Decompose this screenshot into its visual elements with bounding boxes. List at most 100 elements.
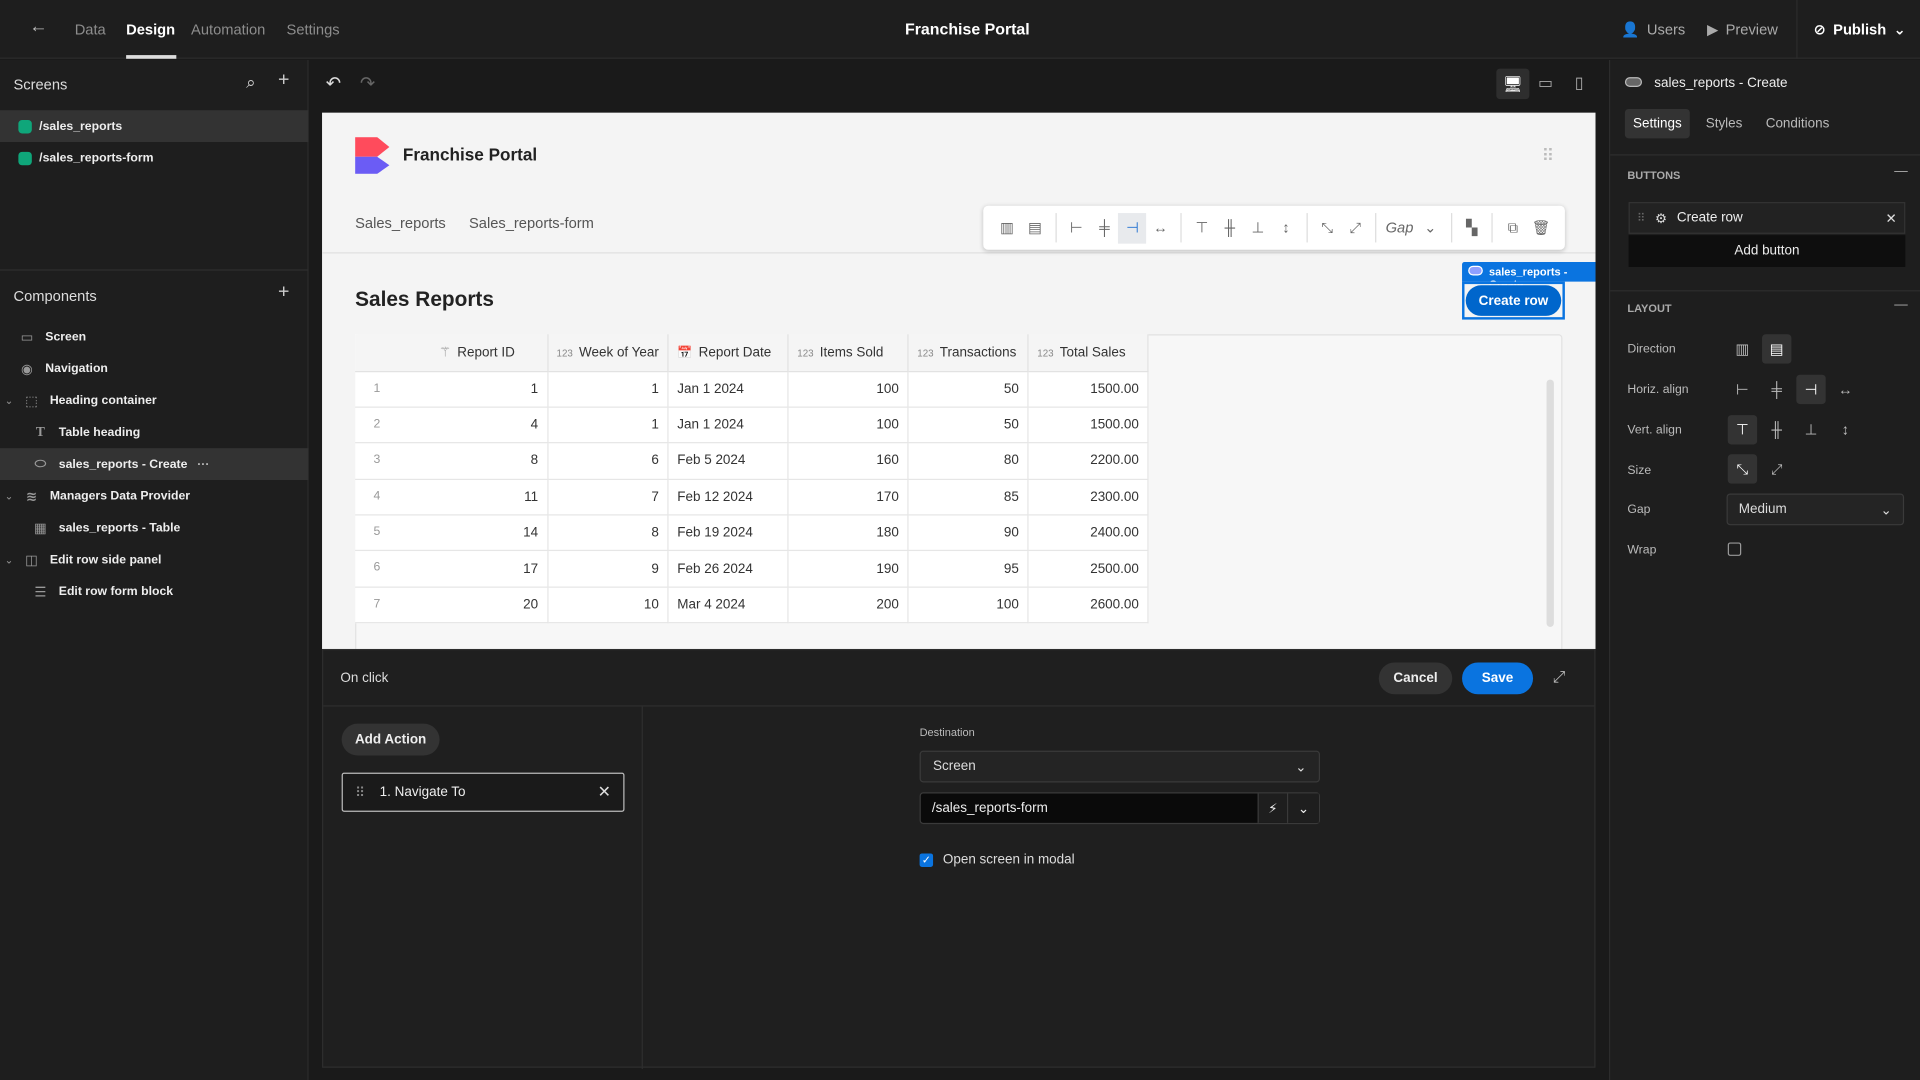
search-icon[interactable]: ⌕: [246, 72, 256, 93]
collapse-icon[interactable]: —: [1894, 164, 1907, 179]
table-cell[interactable]: 50: [908, 407, 1029, 444]
table-cell[interactable]: 100: [788, 371, 909, 408]
row-layout-icon[interactable]: ▤: [1021, 212, 1049, 243]
table-row[interactable]: 3 8 6 Feb 5 2024 160 80 2200.00: [355, 442, 1149, 480]
users-button[interactable]: 👤 Users: [1621, 21, 1685, 38]
table-cell[interactable]: 90: [908, 514, 1029, 552]
table-cell[interactable]: 5 14: [355, 514, 548, 552]
vertical-stretch-icon[interactable]: ↕: [1831, 415, 1860, 444]
table-cell[interactable]: 1: [547, 407, 669, 444]
component-item[interactable]: ◉ Navigation: [0, 353, 309, 385]
screen-item[interactable]: /sales_reports-form: [0, 142, 309, 174]
destination-input[interactable]: /sales_reports-form ⚡ ⌄: [919, 792, 1321, 825]
create-row-button[interactable]: Create row: [1465, 285, 1562, 316]
table-cell[interactable]: Feb 5 2024: [668, 442, 789, 480]
tab-conditions[interactable]: Conditions: [1766, 116, 1830, 131]
column-header-report-id[interactable]: ⚚ Report ID: [355, 334, 548, 372]
destination-type-select[interactable]: Screen ⌄: [919, 750, 1321, 783]
table-cell[interactable]: 11: [355, 371, 548, 408]
action-item[interactable]: ⠿ 1. Navigate To ✕: [341, 772, 625, 812]
column-header-date[interactable]: 📅 Report Date: [668, 334, 789, 372]
screen-item[interactable]: /sales_reports: [0, 110, 309, 143]
align-top-icon[interactable]: ⊤: [1727, 415, 1758, 445]
table-cell[interactable]: 10: [547, 586, 669, 624]
nav-link-sales-reports[interactable]: Sales_reports: [355, 214, 446, 231]
table-cell[interactable]: 80: [908, 442, 1029, 480]
drag-handle-icon[interactable]: ⠿: [355, 784, 365, 801]
table-cell[interactable]: 6: [547, 442, 669, 480]
align-center-icon[interactable]: ╪: [1762, 375, 1791, 404]
open-in-modal-checkbox[interactable]: ✓: [919, 853, 934, 867]
table-cell[interactable]: 190: [788, 550, 909, 588]
tab-styles[interactable]: Styles: [1706, 116, 1743, 131]
table-row[interactable]: 5 14 8 Feb 19 2024 180 90 2400.00: [355, 514, 1149, 552]
table-cell[interactable]: 1500.00: [1028, 407, 1149, 444]
close-icon[interactable]: ✕: [598, 782, 611, 802]
binding-lightning-icon[interactable]: ⚡: [1257, 793, 1287, 823]
grid-layout-icon[interactable]: ▚: [1458, 212, 1486, 243]
align-bottom-icon[interactable]: ⊥: [1244, 212, 1272, 243]
close-icon[interactable]: ✕: [1885, 210, 1896, 226]
component-item[interactable]: ▭ Screen: [0, 321, 309, 353]
mobile-view-icon[interactable]: ▯: [1575, 73, 1584, 93]
align-center-icon[interactable]: ╪: [1090, 212, 1118, 243]
chevron-down-icon[interactable]: ⌄: [1286, 793, 1319, 823]
align-top-icon[interactable]: ⊤: [1188, 212, 1216, 243]
table-cell[interactable]: 170: [788, 478, 909, 516]
table-cell[interactable]: Feb 12 2024: [668, 478, 789, 516]
preview-button[interactable]: ▶ Preview: [1707, 21, 1778, 38]
tab-settings[interactable]: Settings: [1624, 108, 1690, 139]
table-cell[interactable]: 1500.00: [1028, 371, 1149, 408]
direction-column-icon[interactable]: ▥: [1728, 334, 1757, 363]
wrap-checkbox[interactable]: [1727, 542, 1742, 556]
table-cell[interactable]: 2300.00: [1028, 478, 1149, 516]
table-row[interactable]: 2 4 1 Jan 1 2024 100 50 1500.00: [355, 407, 1149, 444]
align-bottom-icon[interactable]: ⊥: [1796, 415, 1825, 444]
grow-icon[interactable]: ⤢: [1341, 212, 1369, 243]
table-cell[interactable]: 100: [788, 407, 909, 444]
table-cell[interactable]: 8: [547, 514, 669, 552]
table-cell[interactable]: 95: [908, 550, 1029, 588]
add-screen-icon[interactable]: +: [278, 70, 289, 92]
table-cell[interactable]: 2400.00: [1028, 514, 1149, 552]
table-cell[interactable]: 100: [908, 586, 1029, 624]
desktop-view-icon[interactable]: 🖥: [1496, 68, 1530, 100]
collapse-icon[interactable]: —: [1894, 298, 1907, 313]
component-item-selected[interactable]: ⬭ sales_reports - Create ···: [0, 448, 309, 481]
table-cell[interactable]: 9: [547, 550, 669, 588]
table-cell[interactable]: 7 20: [355, 586, 548, 624]
table-cell[interactable]: 6 17: [355, 550, 548, 588]
gap-select[interactable]: Medium ⌄: [1726, 493, 1905, 526]
table-cell[interactable]: Jan 1 2024: [668, 407, 789, 444]
align-left-icon[interactable]: ⊢: [1728, 375, 1757, 404]
table-cell[interactable]: Mar 4 2024: [668, 586, 789, 624]
table-cell[interactable]: 2500.00: [1028, 550, 1149, 588]
table-cell[interactable]: 180: [788, 514, 909, 552]
align-stretch-icon[interactable]: ↔: [1146, 212, 1174, 243]
publish-button[interactable]: ⊘ Publish ⌄: [1813, 21, 1905, 38]
save-button[interactable]: Save: [1462, 662, 1534, 695]
gap-select[interactable]: Gap: [1383, 212, 1417, 243]
direction-row-icon[interactable]: ▤: [1762, 334, 1792, 364]
component-item[interactable]: T Table heading: [0, 416, 309, 448]
add-action-button[interactable]: Add Action: [341, 723, 440, 756]
undo-icon[interactable]: ↶: [326, 72, 341, 94]
add-button-button[interactable]: Add button: [1628, 235, 1906, 267]
more-icon[interactable]: ···: [197, 457, 209, 470]
table-cell[interactable]: 50: [908, 371, 1029, 408]
component-item[interactable]: ▦ sales_reports - Table: [0, 512, 309, 544]
table-cell[interactable]: Jan 1 2024: [668, 371, 789, 408]
table-row[interactable]: 6 17 9 Feb 26 2024 190 95 2500.00: [355, 550, 1149, 588]
align-right-icon[interactable]: ⊣: [1796, 374, 1826, 405]
redo-icon[interactable]: ↷: [360, 72, 375, 94]
grow-icon[interactable]: ⤢: [1762, 454, 1791, 483]
column-layout-icon[interactable]: ▥: [993, 212, 1021, 243]
add-component-icon[interactable]: +: [278, 282, 289, 304]
column-header-week[interactable]: 123 Week of Year: [547, 334, 669, 372]
align-middle-icon[interactable]: ╫: [1216, 212, 1244, 243]
column-header-total-sales[interactable]: 123 Total Sales: [1028, 334, 1149, 372]
table-row[interactable]: 7 20 10 Mar 4 2024 200 100 2600.00: [355, 586, 1149, 624]
duplicate-icon[interactable]: ⧉: [1499, 212, 1527, 243]
app-grid-icon[interactable]: ⠿: [1542, 146, 1555, 167]
drag-handle-icon[interactable]: ⠿: [1637, 211, 1645, 224]
